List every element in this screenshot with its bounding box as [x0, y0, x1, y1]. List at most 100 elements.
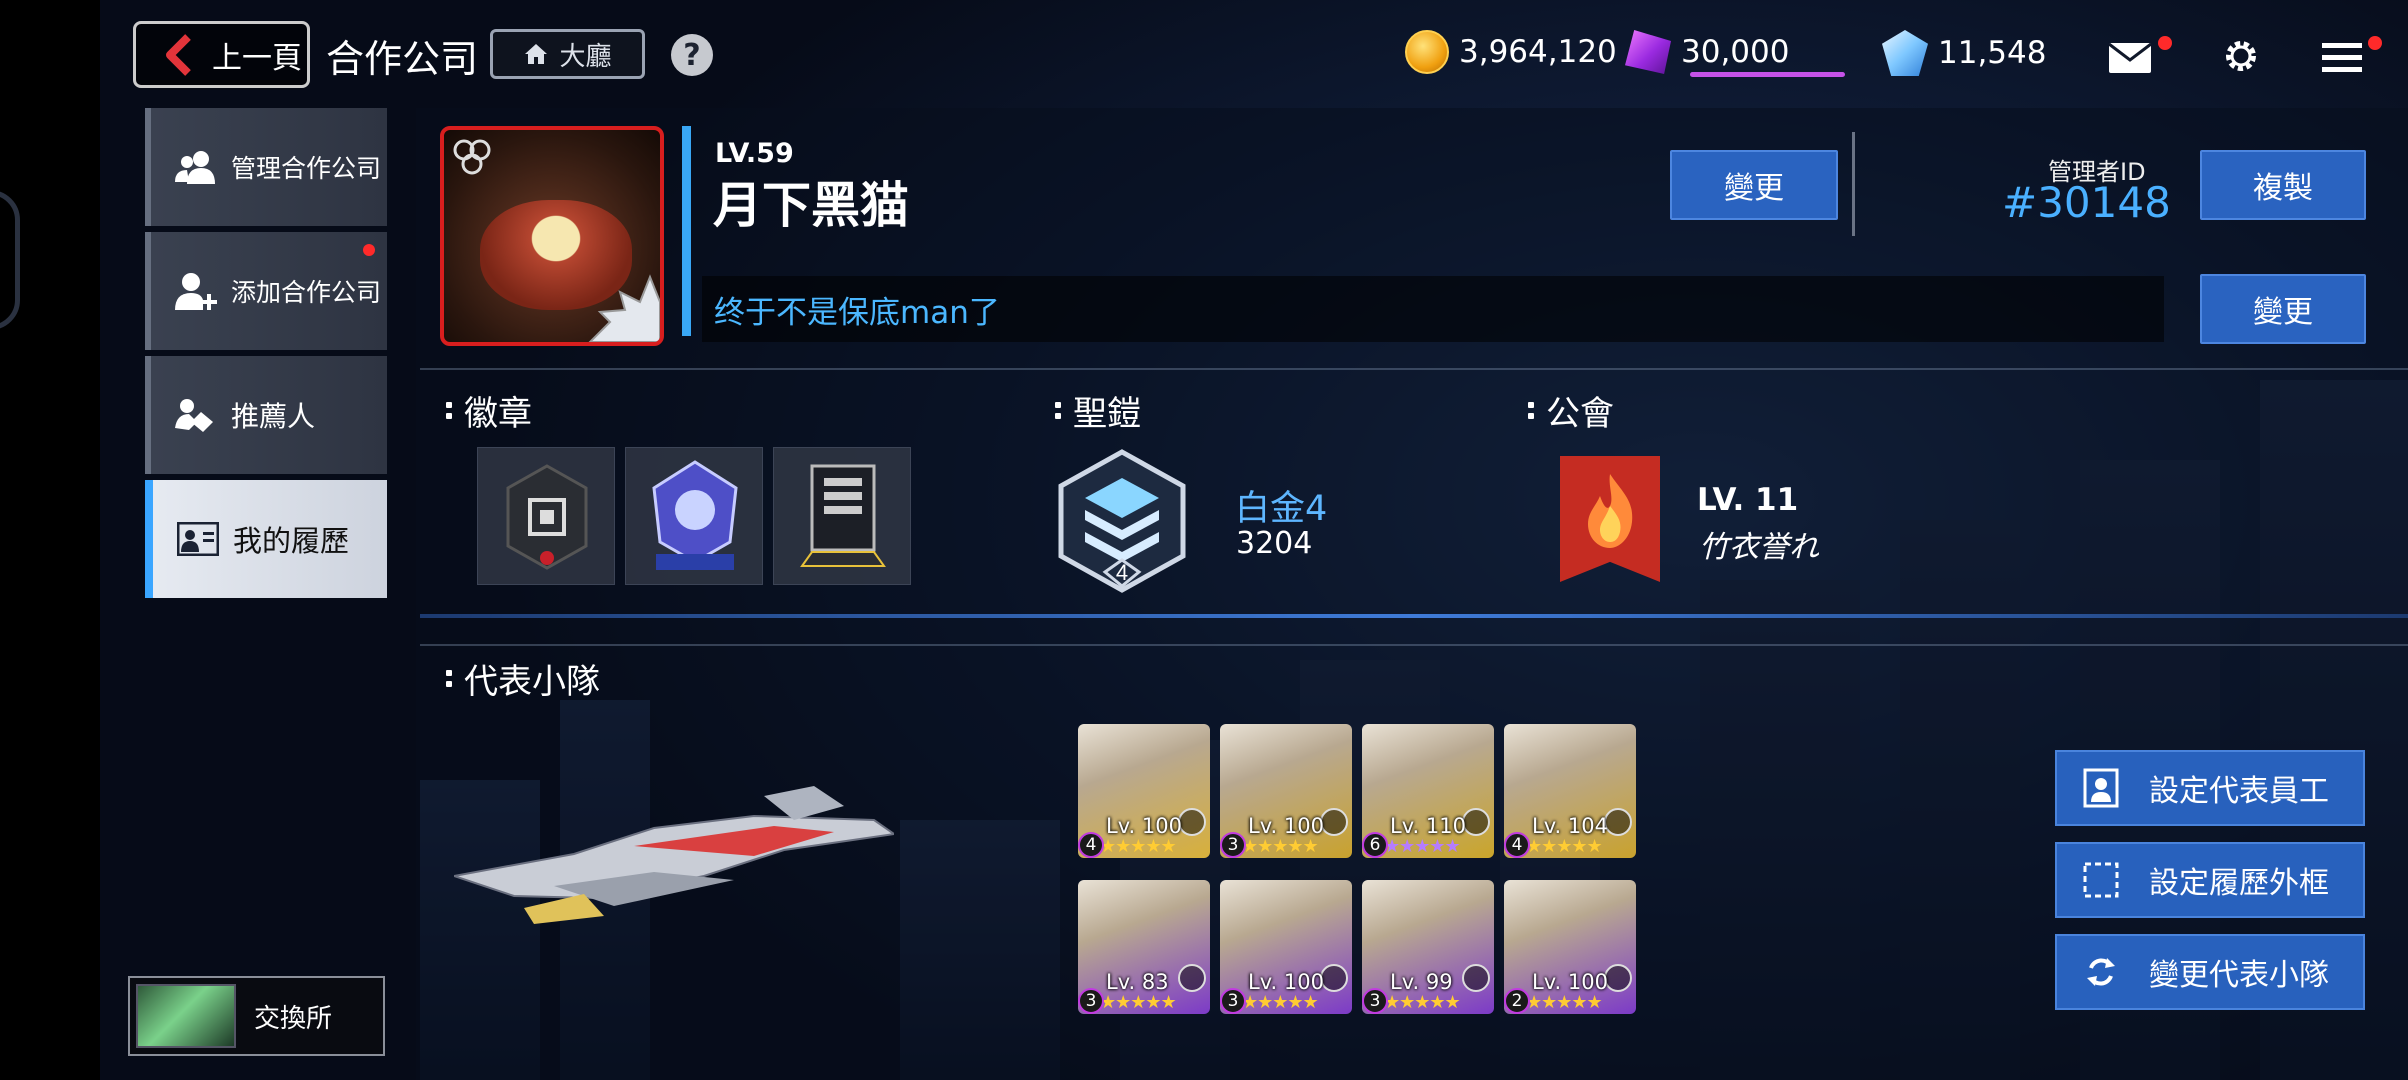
sidebar-item-my-profile[interactable]: 我的履歷	[145, 480, 387, 598]
member-level: Lv. 100	[1248, 970, 1324, 994]
member-rank: 3	[1220, 988, 1246, 1014]
class-icon	[1604, 964, 1632, 992]
add-notification-dot	[363, 244, 375, 256]
squad-member-card[interactable]: Lv. 100 ★★★★★ 4	[1078, 724, 1210, 858]
game-screen: 上一頁 合作公司 大廳 ? 3,964,120 30,000 11,548 管理…	[0, 0, 2408, 1080]
mail-notification-dot	[2158, 36, 2172, 50]
squad-member-card[interactable]: Lv. 83 ★★★★★ 3	[1078, 880, 1210, 1014]
action-label: 變更代表小隊	[2149, 958, 2329, 993]
copy-id-button[interactable]: 複製	[2200, 150, 2366, 220]
add-user-icon	[175, 273, 217, 310]
member-rank: 6	[1362, 832, 1388, 858]
lobby-button[interactable]: 大廳	[490, 29, 645, 79]
section-divider	[420, 368, 2408, 370]
crystal-currency[interactable]: 11,548	[1882, 30, 2046, 76]
member-stars: ★★★★★	[1242, 992, 1319, 1013]
squad-member-card[interactable]: Lv. 100 ★★★★★ 3	[1220, 880, 1352, 1014]
member-rank: 3	[1362, 988, 1388, 1014]
member-stars: ★★★★★	[1100, 992, 1177, 1013]
change-squad-button[interactable]: 變更代表小隊	[2055, 934, 2365, 1010]
armor-tier-number: 4	[1116, 560, 1128, 585]
gem-progress-bar	[1690, 72, 1845, 77]
mail-icon[interactable]	[2108, 42, 2152, 74]
armor-rank-icon[interactable]: 4	[1055, 448, 1189, 598]
profile-card-icon	[177, 522, 219, 556]
badge-taskforce-icon	[652, 460, 738, 570]
class-icon	[1178, 964, 1206, 992]
settings-gear-icon[interactable]	[2222, 37, 2260, 75]
intro-text-field: 终于不是保底man了	[702, 276, 2164, 342]
member-level: Lv. 104	[1532, 814, 1608, 838]
change-intro-button[interactable]: 變更	[2200, 274, 2366, 344]
menu-icon[interactable]	[2322, 42, 2362, 74]
member-level: Lv. 100	[1248, 814, 1324, 838]
refresh-icon	[2087, 958, 2115, 986]
badge-company-icon	[800, 464, 886, 567]
gold-amount: 3,964,120	[1459, 34, 1617, 70]
crystal-amount: 11,548	[1938, 35, 2047, 71]
change-name-button[interactable]: 變更	[1670, 150, 1838, 220]
guild-level: LV. 11	[1697, 482, 1799, 518]
squad-member-card[interactable]: Lv. 100 ★★★★★ 2	[1504, 880, 1636, 1014]
class-icon	[1178, 808, 1206, 836]
player-level: LV.59	[715, 138, 794, 169]
gem-currency[interactable]: 30,000	[1625, 30, 1789, 74]
member-level: Lv. 110	[1390, 814, 1466, 838]
gem-amount: 30,000	[1681, 34, 1790, 70]
badge-safe-icon	[506, 464, 588, 570]
badge-slot[interactable]	[625, 447, 763, 585]
guild-name: 竹衣誉れ	[1699, 530, 1819, 565]
member-stars: ★★★★★	[1526, 836, 1603, 857]
class-icon	[1462, 964, 1490, 992]
menu-notification-dot	[2368, 36, 2382, 50]
member-rank: 4	[1504, 832, 1530, 858]
squad-member-card[interactable]: Lv. 100 ★★★★★ 3	[1220, 724, 1352, 858]
squad-member-card[interactable]: Lv. 99 ★★★★★ 3	[1362, 880, 1494, 1014]
back-chevron-icon	[166, 33, 191, 76]
back-button[interactable]: 上一頁	[133, 21, 310, 88]
users-icon	[175, 151, 215, 184]
class-icon	[1604, 808, 1632, 836]
action-label: 設定履歷外框	[2149, 866, 2329, 901]
class-icon	[1462, 808, 1490, 836]
badges-title-text: 徽章	[464, 394, 532, 434]
section-divider	[420, 644, 2408, 646]
armor-rank-name: 白金4	[1235, 489, 1328, 529]
admin-id-value: #30148	[2002, 178, 2171, 227]
member-stars: ★★★★★	[1384, 836, 1461, 857]
squad-section-title: 代表小隊	[446, 654, 600, 703]
exchange-thumbnail	[136, 984, 236, 1048]
member-stars: ★★★★★	[1242, 836, 1319, 857]
member-stars: ★★★★★	[1384, 992, 1461, 1013]
purple-gem-icon	[1625, 30, 1671, 74]
badge-slot[interactable]	[773, 447, 911, 585]
screen-bezel	[0, 0, 100, 1080]
member-rank: 3	[1078, 988, 1104, 1014]
exchange-shop-button[interactable]: 交換所	[128, 976, 385, 1056]
frame-wing-icon	[588, 274, 660, 342]
class-icon	[1320, 808, 1348, 836]
guild-title-text: 公會	[1546, 394, 1614, 434]
sidebar-item-label: 我的履歷	[233, 524, 350, 558]
sidebar-item-label: 推薦人	[231, 400, 316, 433]
page-title: 合作公司	[326, 37, 479, 81]
profile-avatar-frame[interactable]	[440, 126, 664, 346]
set-rep-employee-button[interactable]: 設定代表員工	[2055, 750, 2365, 826]
badges-section-title: 徽章	[446, 386, 532, 435]
member-rank: 4	[1078, 832, 1104, 858]
back-label: 上一頁	[212, 40, 302, 76]
badge-slot[interactable]	[477, 447, 615, 585]
member-rank: 2	[1504, 988, 1530, 1014]
set-frame-button[interactable]: 設定履歷外框	[2055, 842, 2365, 918]
sidebar-item-add[interactable]: 添加合作公司	[145, 232, 387, 350]
gold-currency[interactable]: 3,964,120	[1405, 30, 1617, 74]
guild-section-title: 公會	[1528, 386, 1614, 435]
squad-member-card[interactable]: Lv. 104 ★★★★★ 4	[1504, 724, 1636, 858]
sidebar-item-referrer[interactable]: 推薦人	[145, 356, 387, 474]
frame-emblem-icon	[453, 139, 491, 175]
sidebar-item-manage[interactable]: 管理合作公司	[145, 108, 387, 226]
squad-member-card[interactable]: Lv. 110 ★★★★★ 6	[1362, 724, 1494, 858]
armor-section-title: 聖鎧	[1055, 386, 1141, 435]
lobby-label: 大廳	[559, 41, 612, 72]
help-button[interactable]: ?	[671, 34, 713, 76]
